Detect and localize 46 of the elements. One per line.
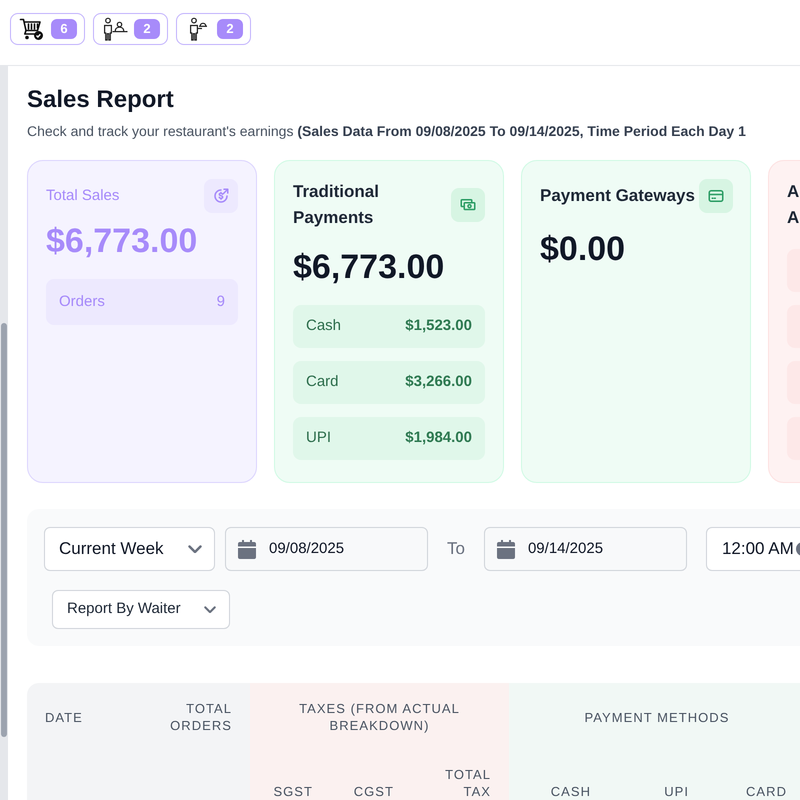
time-field[interactable]: 12:00 AM <box>706 527 800 571</box>
two-people-icon <box>102 17 128 41</box>
shopping-cart-icon <box>19 17 45 41</box>
report-type-select[interactable]: Report By Waiter <box>52 590 230 629</box>
column-header: SGST <box>272 783 314 800</box>
row-label: UPI <box>306 428 332 448</box>
card-title: Total Sales <box>46 186 120 206</box>
card-title: Payment Gateways <box>540 185 695 207</box>
column-group-title: PAYMENT METHODS <box>584 708 730 726</box>
column-header: CARD <box>745 783 788 800</box>
date-field[interactable]: 09/14/2025 <box>484 527 687 571</box>
chevron-down-icon <box>204 606 216 614</box>
range-label: To <box>447 538 465 560</box>
count-badge: 2 <box>134 19 160 39</box>
column-header: CGST <box>352 783 395 800</box>
calendar-icon <box>496 540 515 558</box>
row-label: Orders <box>59 292 105 312</box>
card-amount: $6,773.00 <box>46 221 198 261</box>
column-header: TOTAL ORDERS <box>169 700 233 735</box>
row-value: $1,984.00 <box>405 428 472 448</box>
card-title: Traditional Payments <box>293 181 380 229</box>
column-header: UPI <box>663 783 690 800</box>
row-value: $1,523.00 <box>405 316 472 336</box>
count-badge: 6 <box>51 19 77 39</box>
count-badge: 2 <box>217 19 243 39</box>
credit-card-icon <box>698 179 733 213</box>
column-header: CASH <box>550 783 592 800</box>
column-header: TOTAL TAX <box>444 766 492 800</box>
row-value: 9 <box>216 292 225 312</box>
row-value: $3,266.00 <box>405 372 472 392</box>
page-title: Sales Report <box>27 85 174 115</box>
cash-icon <box>451 188 485 222</box>
page-subtitle: Check and track your restaurant's earnings (Sales Data From 09/08/2025 To 09/14/2025, Time Period Each Day 1 <box>27 122 746 141</box>
scrollbar-thumb[interactable] <box>1 323 7 737</box>
scrollbar-track[interactable] <box>0 66 8 800</box>
row-label: Cash <box>306 316 342 336</box>
card-title: A A <box>787 181 800 229</box>
column-group-title: TAXES (FROM ACTUAL BREAKDOWN) <box>298 700 461 735</box>
period-select[interactable]: Current Week <box>44 527 215 571</box>
card-amount: $6,773.00 <box>293 247 446 287</box>
column-header: DATE <box>44 708 84 726</box>
calendar-icon <box>238 540 256 558</box>
chevron-down-icon <box>188 544 202 554</box>
date-field[interactable]: 09/08/2025 <box>225 527 428 571</box>
card-amount: $0.00 <box>540 229 626 269</box>
row-label: Card <box>306 372 339 392</box>
